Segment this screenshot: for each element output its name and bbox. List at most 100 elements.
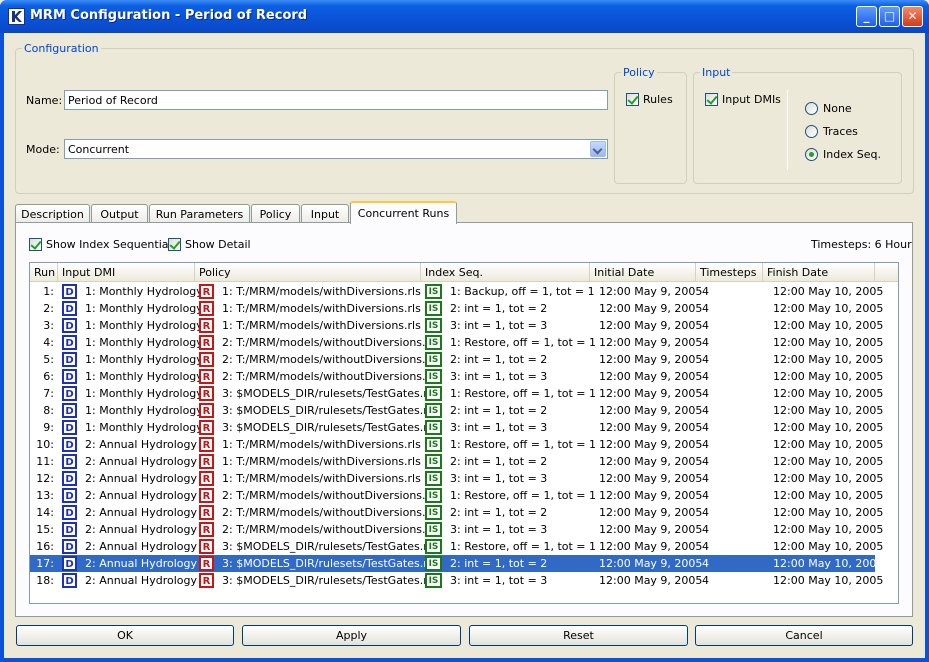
policy-cell: 1: T:/MRM/models/withDiversions.rls — [222, 455, 421, 468]
run-cell: 18: — [36, 574, 54, 587]
finish-date-cell: 12:00 May 10, 2005 — [773, 540, 884, 553]
column-header-finish-date[interactable]: Finish Date — [763, 263, 875, 282]
finish-date-cell: 12:00 May 10, 2005 — [773, 557, 884, 570]
timesteps-info: Timesteps: 6 Hour — [811, 238, 912, 251]
table-row[interactable]: 1: D 1: Monthly Hydrology R 1: T:/MRM/models… — [30, 283, 883, 300]
initial-date-cell: 12:00 May 9, 2005 — [599, 285, 703, 298]
initial-date-cell: 12:00 May 9, 2005 — [599, 523, 703, 536]
column-header-input-dmi[interactable]: Input DMI — [58, 263, 195, 282]
finish-date-cell: 12:00 May 10, 2005 — [773, 336, 884, 349]
index-seq-badge-icon: IS — [425, 454, 442, 469]
index-seq-badge-icon: IS — [425, 539, 442, 554]
policy-badge-icon: R — [199, 318, 214, 333]
ok-button[interactable]: OK — [16, 625, 234, 646]
table-row[interactable]: 3: D 1: Monthly Hydrology R 1: T:/MRM/models… — [30, 317, 883, 334]
input-dmi-cell: 1: Monthly Hydrology — [85, 421, 203, 434]
tab-concurrent-runs[interactable]: Concurrent Runs — [350, 201, 457, 224]
initial-date-cell: 12:00 May 9, 2005 — [599, 387, 703, 400]
index-seq-cell: 1: Backup, off = 1, tot = 1 — [450, 285, 595, 298]
apply-button[interactable]: Apply — [242, 625, 461, 646]
finish-date-cell: 12:00 May 10, 2005 — [773, 302, 884, 315]
concurrent-runs-table[interactable]: Run Input DMI Policy Index Seq. Initial … — [29, 262, 899, 604]
mode-select[interactable]: Concurrent — [64, 139, 608, 159]
policy-cell: 2: T:/MRM/models/withoutDiversions.rls — [222, 506, 439, 519]
index-seq-badge-icon: IS — [425, 335, 442, 350]
window-title: MRM Configuration - Period of Record — [30, 8, 308, 23]
initial-date-cell: 12:00 May 9, 2005 — [599, 438, 703, 451]
dialog-client-area: Configuration Name: Period of Record Mod… — [4, 33, 925, 658]
name-label: Name: — [26, 94, 63, 107]
column-header-index-seq[interactable]: Index Seq. — [421, 263, 590, 282]
index-seq-badge-icon: IS — [425, 301, 442, 316]
table-row[interactable]: 16: D 2: Annual Hydrology R 3: $MODELS_DIR/r… — [30, 538, 883, 555]
timesteps-cell: 4 — [702, 455, 709, 468]
initial-date-cell: 12:00 May 9, 2005 — [599, 455, 703, 468]
show-index-sequential-checkbox[interactable] — [29, 238, 42, 251]
table-row[interactable]: 9: D 1: Monthly Hydrology R 3: $MODELS_DIR/r… — [30, 419, 883, 436]
table-row[interactable]: 7: D 1: Monthly Hydrology R 3: $MODELS_DIR/r… — [30, 385, 883, 402]
chevron-down-icon[interactable] — [590, 141, 606, 157]
table-row[interactable]: 13: D 2: Annual Hydrology R 2: T:/MRM/models… — [30, 487, 883, 504]
input-dmi-cell: 2: Annual Hydrology — [85, 472, 197, 485]
run-cell: 11: — [36, 455, 54, 468]
reset-button[interactable]: Reset — [469, 625, 688, 646]
table-row[interactable]: 2: D 1: Monthly Hydrology R 1: T:/MRM/models… — [30, 300, 883, 317]
tab-run-parameters[interactable]: Run Parameters — [149, 204, 250, 223]
table-row[interactable]: 6: D 1: Monthly Hydrology R 2: T:/MRM/models… — [30, 368, 883, 385]
run-cell: 13: — [36, 489, 54, 502]
finish-date-cell: 12:00 May 10, 2005 — [773, 574, 884, 587]
table-row[interactable]: 10: D 2: Annual Hydrology R 1: T:/MRM/models… — [30, 436, 883, 453]
table-row[interactable]: 17: D 2: Annual Hydrology R 3: $MODELS_DIR/r… — [30, 555, 883, 572]
traces-radio[interactable] — [805, 125, 818, 138]
name-input[interactable]: Period of Record — [64, 90, 608, 110]
input-dmis-checkbox[interactable] — [705, 93, 718, 106]
tab-policy[interactable]: Policy — [251, 204, 300, 223]
maximize-button[interactable]: □ — [879, 6, 900, 27]
table-row[interactable]: 14: D 2: Annual Hydrology R 2: T:/MRM/models… — [30, 504, 883, 521]
dmi-badge-icon: D — [62, 488, 77, 503]
index-seq-cell: 1: Restore, off = 1, tot = 1 — [450, 540, 597, 553]
input-group: Input — [693, 66, 902, 184]
table-row[interactable]: 15: D 2: Annual Hydrology R 2: T:/MRM/models… — [30, 521, 883, 538]
tab-output[interactable]: Output — [91, 204, 148, 223]
table-row[interactable]: 12: D 2: Annual Hydrology R 1: T:/MRM/models… — [30, 470, 883, 487]
timesteps-cell: 4 — [702, 506, 709, 519]
run-cell: 17: — [36, 557, 54, 570]
initial-date-cell: 12:00 May 9, 2005 — [599, 472, 703, 485]
column-header-policy[interactable]: Policy — [195, 263, 421, 282]
table-row[interactable]: 8: D 1: Monthly Hydrology R 3: $MODELS_DIR/r… — [30, 402, 883, 419]
minimize-button[interactable]: _ — [856, 6, 877, 27]
policy-badge-icon: R — [199, 522, 214, 537]
column-header-run[interactable]: Run — [30, 263, 58, 282]
title-bar[interactable]: MRM Configuration - Period of Record _ □… — [0, 0, 929, 33]
initial-date-cell: 12:00 May 9, 2005 — [599, 353, 703, 366]
column-header-initial-date[interactable]: Initial Date — [590, 263, 696, 282]
index-seq-badge-icon: IS — [425, 284, 442, 299]
run-cell: 4: — [43, 336, 54, 349]
run-cell: 15: — [36, 523, 54, 536]
show-detail-checkbox[interactable] — [168, 238, 181, 251]
table-row[interactable]: 4: D 1: Monthly Hydrology R 2: T:/MRM/models… — [30, 334, 883, 351]
tab-input[interactable]: Input — [301, 204, 349, 223]
table-row[interactable]: 5: D 1: Monthly Hydrology R 2: T:/MRM/models… — [30, 351, 883, 368]
none-radio[interactable] — [805, 102, 818, 115]
close-button[interactable]: ✕ — [902, 6, 923, 27]
input-dmi-cell: 1: Monthly Hydrology — [85, 370, 203, 383]
initial-date-cell: 12:00 May 9, 2005 — [599, 489, 703, 502]
column-header-timesteps[interactable]: Timesteps — [696, 263, 763, 282]
policy-group: Policy — [614, 66, 687, 184]
finish-date-cell: 12:00 May 10, 2005 — [773, 455, 884, 468]
cancel-button[interactable]: Cancel — [695, 625, 913, 646]
tab-description[interactable]: Description — [15, 204, 90, 223]
index-seq-cell: 2: int = 1, tot = 2 — [450, 353, 548, 366]
table-row[interactable]: 11: D 2: Annual Hydrology R 1: T:/MRM/models… — [30, 453, 883, 470]
index-seq-radio[interactable] — [805, 148, 818, 161]
index-seq-badge-icon: IS — [425, 471, 442, 486]
run-cell: 3: — [43, 319, 54, 332]
timesteps-cell: 4 — [702, 285, 709, 298]
mode-select-value: Concurrent — [68, 143, 130, 156]
finish-date-cell: 12:00 May 10, 2005 — [773, 489, 884, 502]
table-row[interactable]: 18: D 2: Annual Hydrology R 3: $MODELS_DIR/r… — [30, 572, 883, 589]
rules-checkbox[interactable] — [626, 93, 639, 106]
finish-date-cell: 12:00 May 10, 2005 — [773, 506, 884, 519]
